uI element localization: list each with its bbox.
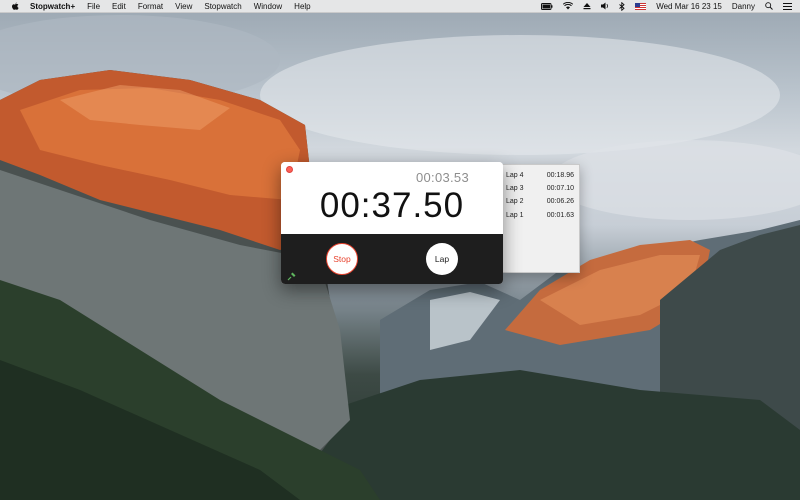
bluetooth-icon[interactable] xyxy=(619,0,625,12)
laps-drawer: Lap 4 00:18.96 Lap 3 00:07.10 Lap 2 00:0… xyxy=(503,164,580,273)
lap-row: Lap 2 00:06.26 xyxy=(506,195,574,207)
lap-button[interactable]: Lap xyxy=(426,243,458,275)
search-icon[interactable] xyxy=(765,0,773,12)
menu-bar: Stopwatch+ File Edit Format View Stopwat… xyxy=(0,0,800,13)
menu-file[interactable]: File xyxy=(87,2,100,11)
menubar-user[interactable]: Danny xyxy=(732,2,755,11)
pin-icon[interactable] xyxy=(287,268,297,281)
menu-format[interactable]: Format xyxy=(138,2,163,11)
lap-label: Lap 2 xyxy=(506,197,524,205)
close-window-button[interactable] xyxy=(286,166,293,173)
lap-time: 00:06.26 xyxy=(546,197,574,205)
lap-time: 00:07.10 xyxy=(546,184,574,192)
menu-stopwatch[interactable]: Stopwatch xyxy=(204,2,241,11)
lap-row: Lap 1 00:01.63 xyxy=(506,209,574,221)
lap-time: 00:01.63 xyxy=(546,211,574,219)
lap-label: Lap 1 xyxy=(506,211,524,219)
elapsed-time: 00:37.50 xyxy=(319,186,465,225)
time-display-area: 00:03.53 00:37.50 xyxy=(281,162,503,234)
wifi-icon[interactable] xyxy=(563,0,574,12)
lap-label: Lap 4 xyxy=(506,171,524,179)
list-icon[interactable] xyxy=(783,0,792,12)
lap-time: 00:18.96 xyxy=(546,171,574,179)
lap-label: Lap 3 xyxy=(506,184,524,192)
menu-view[interactable]: View xyxy=(175,2,192,11)
current-lap-time: 00:03.53 xyxy=(415,170,469,185)
flag-us-icon[interactable] xyxy=(635,0,647,12)
menu-app-name[interactable]: Stopwatch+ xyxy=(30,2,75,11)
lap-row: Lap 4 00:18.96 xyxy=(506,169,574,181)
volume-icon[interactable] xyxy=(601,0,609,12)
stopwatch-window: 00:03.53 00:37.50 Stop Lap xyxy=(281,162,503,284)
apple-menu-icon[interactable] xyxy=(10,1,20,11)
stop-button[interactable]: Stop xyxy=(326,243,358,275)
menu-help[interactable]: Help xyxy=(294,2,310,11)
control-bar: Stop Lap xyxy=(281,234,503,284)
menubar-clock[interactable]: Wed Mar 16 23 15 xyxy=(656,2,722,11)
battery-icon[interactable] xyxy=(541,0,553,12)
menu-edit[interactable]: Edit xyxy=(112,2,126,11)
eject-icon[interactable] xyxy=(583,0,591,12)
menu-window[interactable]: Window xyxy=(254,2,282,11)
lap-row: Lap 3 00:07.10 xyxy=(506,182,574,194)
